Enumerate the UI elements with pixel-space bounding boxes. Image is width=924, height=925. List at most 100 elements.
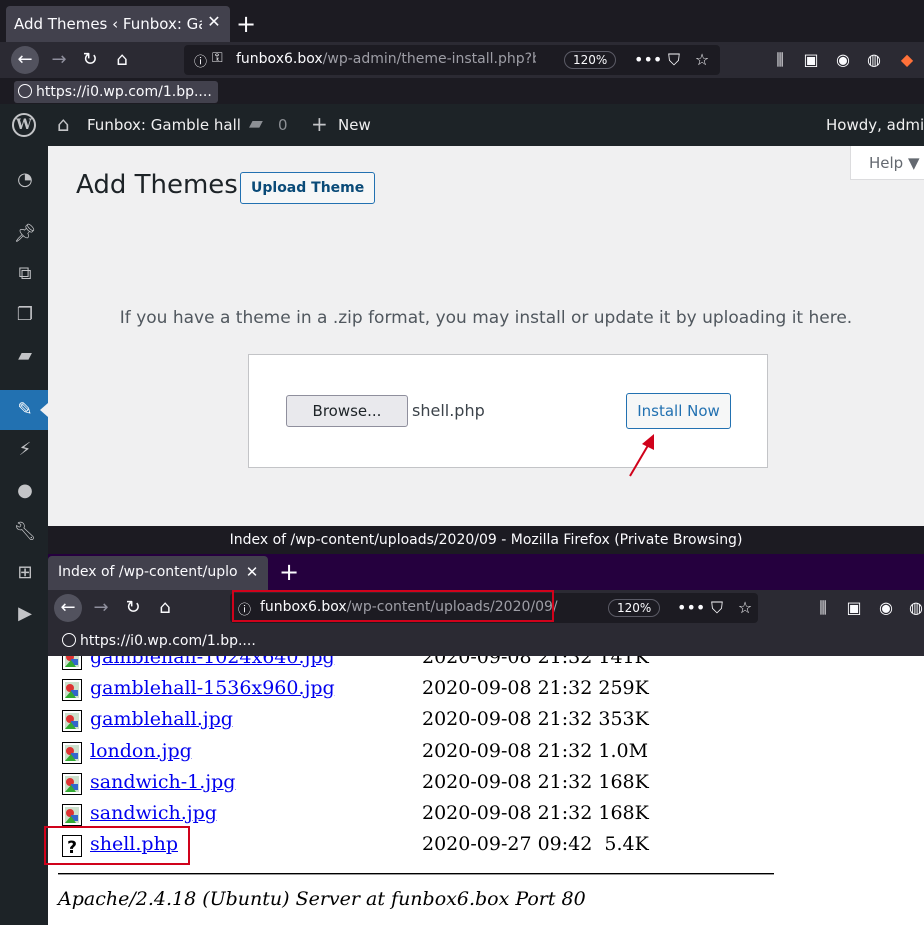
settings-icon[interactable]: ⊞ <box>13 561 37 585</box>
status-bar: https://i0.wp.com/1.bp.... <box>48 626 924 656</box>
address-bar[interactable]: ⓘ ⚿ funbox6.box/wp-admin/theme-install.p… <box>184 45 720 75</box>
page-actions-icon[interactable]: ••• <box>677 597 705 619</box>
wp-content-area: Help ▼ Add Themes Upload Theme If you ha… <box>48 146 924 526</box>
status-url-text: https://i0.wp.com/1.bp.... <box>36 84 212 100</box>
comments-icon[interactable]: ▰ <box>13 344 37 368</box>
new-content-link[interactable]: New <box>338 116 371 134</box>
close-tab-icon[interactable]: ✕ <box>242 562 262 582</box>
pocket-icon[interactable]: ⛉ <box>706 597 728 619</box>
users-icon[interactable]: ● <box>13 479 37 503</box>
image-file-icon <box>62 772 82 795</box>
reload-icon[interactable]: ↻ <box>119 594 147 622</box>
bookmark-star-icon[interactable]: ☆ <box>691 49 713 71</box>
bookmark-star-icon[interactable]: ☆ <box>734 597 756 619</box>
collapse-menu-icon[interactable]: ▶ <box>13 602 37 626</box>
window-title: Index of /wp-content/uploads/2020/09 - M… <box>48 526 924 554</box>
image-file-icon <box>62 804 82 826</box>
back-icon[interactable]: ← <box>11 46 39 74</box>
globe-icon[interactable]: ◍ <box>905 597 924 619</box>
info-icon[interactable]: ⓘ <box>194 51 207 70</box>
forward-icon[interactable]: → <box>45 46 73 74</box>
upload-instructions: If you have a theme in a .zip format, yo… <box>119 308 853 328</box>
annotation-arrow <box>629 434 654 477</box>
extension-icon[interactable]: ◆ <box>896 49 918 71</box>
sidebar-icon[interactable]: ▣ <box>800 49 822 71</box>
forward-icon[interactable]: → <box>87 594 115 622</box>
account-icon[interactable]: ◉ <box>832 49 854 71</box>
comments-count[interactable]: 0 <box>278 116 288 134</box>
dashboard-icon[interactable]: ◔ <box>13 168 37 192</box>
upload-theme-button[interactable]: Upload Theme <box>240 172 376 204</box>
tools-wrench-icon[interactable]: 🔧︎ <box>13 520 37 544</box>
private-browser-window: Index of /wp-content/uploads/2020/09 - M… <box>44 526 924 925</box>
file-link[interactable]: sandwich.jpg <box>90 802 217 824</box>
window-title-text: Index of /wp-content/uploads/2020/09 - M… <box>229 532 743 548</box>
wordpress-logo-icon[interactable]: W <box>12 113 36 137</box>
install-now-button[interactable]: Install Now <box>626 393 731 429</box>
globe-icon <box>62 633 76 647</box>
listing-divider <box>58 873 774 875</box>
globe-icon[interactable]: ◍ <box>863 49 885 71</box>
browser-tab-bar: Add Themes ‹ Funbox: Gamble hall — WordP… <box>0 0 924 44</box>
link-status-url: https://i0.wp.com/1.bp.... <box>14 81 218 103</box>
browser-tab-active[interactable]: Add Themes ‹ Funbox: Gamble hall — WordP… <box>6 6 230 42</box>
image-file-icon <box>62 656 82 670</box>
page-actions-icon[interactable]: ••• <box>634 49 662 71</box>
status-url-text: https://i0.wp.com/1.bp.... <box>80 633 256 649</box>
zoom-indicator[interactable]: 120% <box>564 51 617 69</box>
home-icon[interactable]: ⌂ <box>57 112 70 136</box>
list-item: gamblehall-1024x640.jpg 2020-09-08 21:32 … <box>48 656 924 675</box>
url-domain: funbox6.box <box>236 51 323 67</box>
howdy-user-menu[interactable]: Howdy, admin <box>826 116 924 134</box>
image-file-icon <box>62 710 82 733</box>
close-tab-icon[interactable]: ✕ <box>204 12 224 32</box>
sidebar-item-appearance[interactable]: ✎ <box>0 390 48 430</box>
file-link[interactable]: london.jpg <box>90 740 192 762</box>
comments-icon[interactable]: ▰ <box>249 113 263 134</box>
library-icon[interactable]: ⫼ <box>812 597 834 619</box>
plus-icon[interactable]: + <box>311 112 328 136</box>
link-status-url: https://i0.wp.com/1.bp.... <box>58 630 256 652</box>
list-item: gamblehall-1536x960.jpg 2020-09-08 21:32 … <box>48 675 924 706</box>
file-link[interactable]: gamblehall-1024x640.jpg <box>90 656 335 668</box>
file-meta: 2020-09-08 21:32 168K <box>422 802 649 824</box>
browse-file-button[interactable]: Browse... <box>286 395 408 427</box>
page-title: Add Themes <box>76 170 238 200</box>
upload-form: Browse... shell.php Install Now <box>248 354 768 468</box>
file-meta: 2020-09-08 21:32 141K <box>422 656 649 668</box>
list-item: sandwich-1.jpg 2020-09-08 21:32 168K <box>48 769 924 800</box>
browser-toolbar: ← → ↻ ⌂ ⓘ ⚿ funbox6.box/wp-admin/theme-i… <box>0 42 924 78</box>
browser-tab-active[interactable]: Index of /wp-content/uploads/2020/09 ✕ <box>48 556 268 590</box>
wp-admin-sidebar: ◔ 📌︎ ⧉ ❐ ▰ ✎ ⚡︎ ● 🔧︎ ⊞ ▶ <box>0 146 48 925</box>
pages-icon[interactable]: ❐ <box>13 303 37 327</box>
server-signature: Apache/2.4.18 (Ubuntu) Server at funbox6… <box>58 888 586 910</box>
sidebar-icon[interactable]: ▣ <box>843 597 865 619</box>
library-icon[interactable]: ⫼ <box>769 49 791 71</box>
file-meta: 2020-09-08 21:32 259K <box>422 677 649 700</box>
file-link[interactable]: sandwich-1.jpg <box>90 771 235 793</box>
list-item: london.jpg 2020-09-08 21:32 1.0M <box>48 738 924 769</box>
key-icon[interactable]: ⚿ <box>212 50 223 66</box>
site-name-link[interactable]: Funbox: Gamble hall <box>87 116 241 134</box>
file-meta: 2020-09-27 09:42 5.4K <box>422 833 649 856</box>
browser-tab-bar: Index of /wp-content/uploads/2020/09 ✕ + <box>48 554 924 590</box>
file-link[interactable]: gamblehall.jpg <box>90 708 233 730</box>
new-tab-icon[interactable]: + <box>234 12 258 36</box>
posts-pin-icon[interactable]: 📌︎ <box>13 222 37 246</box>
back-icon[interactable]: ← <box>54 594 82 622</box>
file-link[interactable]: gamblehall-1536x960.jpg <box>90 677 335 699</box>
pocket-icon[interactable]: ⛉ <box>663 49 685 71</box>
help-tab[interactable]: Help ▼ <box>850 146 924 180</box>
account-icon[interactable]: ◉ <box>875 597 897 619</box>
list-item: gamblehall.jpg 2020-09-08 21:32 353K <box>48 706 924 737</box>
plugins-icon[interactable]: ⚡︎ <box>13 438 37 462</box>
new-tab-icon[interactable]: + <box>277 560 301 584</box>
reload-icon[interactable]: ↻ <box>76 46 104 74</box>
wp-admin-bar: W ⌂ Funbox: Gamble hall ▰ 0 + New Howdy,… <box>0 104 924 146</box>
zoom-indicator[interactable]: 120% <box>608 599 661 617</box>
image-file-icon <box>62 679 82 702</box>
media-icon[interactable]: ⧉ <box>13 262 37 286</box>
home-icon[interactable]: ⌂ <box>151 594 179 622</box>
file-meta: 2020-09-08 21:32 1.0M <box>422 739 649 762</box>
home-icon[interactable]: ⌂ <box>108 46 136 74</box>
